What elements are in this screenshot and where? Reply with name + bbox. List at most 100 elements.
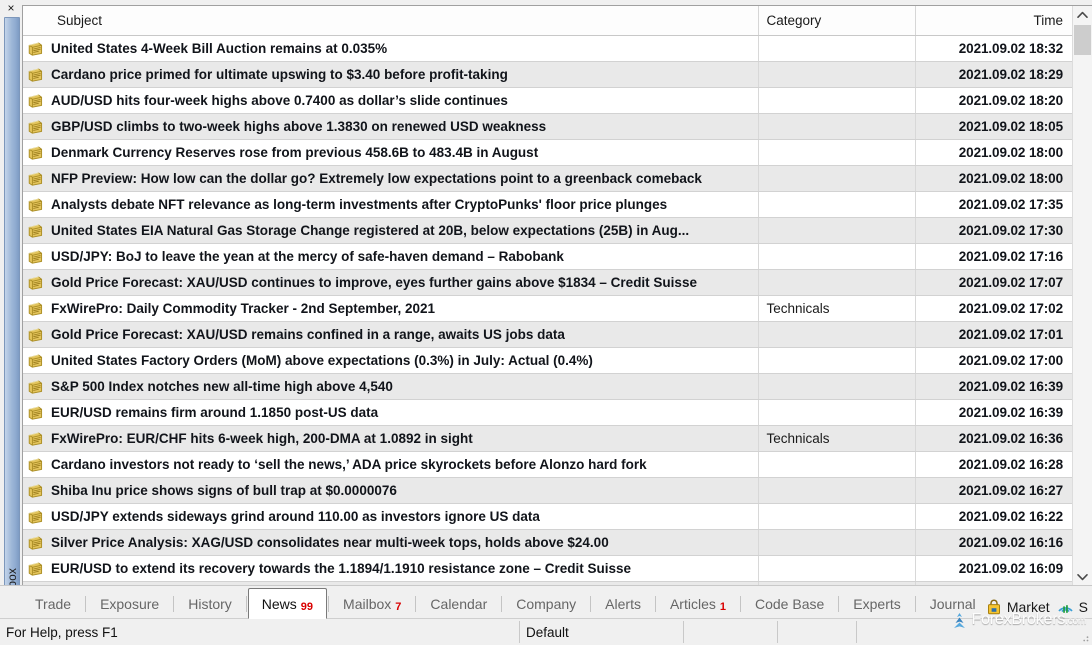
news-row[interactable]: Denmark Currency Reserves rose from prev… [23, 139, 1072, 165]
tab-mailbox[interactable]: Mailbox7 [330, 589, 414, 618]
news-row-icon-cell [23, 191, 49, 217]
news-item-icon [27, 482, 44, 498]
chevron-up-icon[interactable] [1073, 6, 1092, 24]
news-row[interactable]: Gold Price Forecast: XAU/USD continues t… [23, 269, 1072, 295]
news-item-icon [27, 196, 44, 212]
news-row-category [758, 269, 915, 295]
news-row-icon-cell [23, 269, 49, 295]
metatrader-toolbox-window: × Toolbox Subject Category Time Unit [0, 0, 1092, 645]
news-row-subject[interactable]: EUR/USD remains firm around 1.1850 post-… [49, 399, 758, 425]
news-row-category: Technicals [758, 425, 915, 451]
column-header-subject[interactable]: Subject [49, 6, 758, 35]
tab-code-base[interactable]: Code Base [742, 589, 837, 618]
news-row-subject[interactable]: GBP/USD climbs to two-week highs above 1… [49, 113, 758, 139]
tab-calendar[interactable]: Calendar [417, 589, 500, 618]
tab-alerts[interactable]: Alerts [592, 589, 654, 618]
news-row[interactable]: EUR/USD remains firm around 1.1850 post-… [23, 399, 1072, 425]
tab-separator [415, 596, 416, 612]
toolbox-right-tabs: Market S [986, 599, 1088, 615]
news-row-subject[interactable]: FxWirePro: EUR/CHF hits 6-week high, 200… [49, 425, 758, 451]
tab-trade[interactable]: Trade [22, 589, 84, 618]
news-row-subject[interactable]: USD/JPY: BoJ to leave the yean at the me… [49, 243, 758, 269]
news-row[interactable]: FxWirePro: EUR/CHF hits 6-week high, 200… [23, 425, 1072, 451]
shopping-bag-icon [986, 599, 1002, 615]
news-row[interactable]: United States Factory Orders (MoM) above… [23, 347, 1072, 373]
news-row-subject[interactable]: S&P 500 Index notches new all-time high … [49, 373, 758, 399]
chevron-down-icon[interactable] [1073, 568, 1092, 585]
toolbox-tabbar: TradeExposureHistoryNews99Mailbox7Calend… [0, 585, 1092, 618]
tab-news[interactable]: News99 [248, 588, 327, 619]
news-row-subject[interactable]: EUR/USD to extend its recovery towards t… [49, 555, 758, 581]
news-row-icon-cell [23, 503, 49, 529]
news-row[interactable]: NFP Preview: How low can the dollar go? … [23, 165, 1072, 191]
news-row[interactable]: AUD/USD hits four-week highs above 0.740… [23, 87, 1072, 113]
news-item-icon [27, 404, 44, 420]
news-row-subject[interactable]: Denmark Currency Reserves rose from prev… [49, 139, 758, 165]
tab-history[interactable]: History [175, 589, 245, 618]
tab-label: News [262, 596, 297, 612]
news-row[interactable]: Shiba Inu price shows signs of bull trap… [23, 477, 1072, 503]
news-row-subject[interactable]: Shiba Inu price shows signs of bull trap… [49, 477, 758, 503]
tab-journal[interactable]: Journal [917, 589, 989, 618]
news-row-subject[interactable]: Cardano price primed for ultimate upswin… [49, 61, 758, 87]
tab-separator [328, 596, 329, 612]
news-row-subject[interactable]: AUD/USD hits four-week highs above 0.740… [49, 87, 758, 113]
news-row-subject[interactable]: Silver Price Analysis: XAG/USD consolida… [49, 529, 758, 555]
news-row[interactable]: FxWirePro: Daily Commodity Tracker - 2nd… [23, 295, 1072, 321]
news-row-subject[interactable]: USD/JPY extends sideways grind around 11… [49, 503, 758, 529]
news-row[interactable]: United States 4-Week Bill Auction remain… [23, 35, 1072, 61]
news-row-subject[interactable]: Analysts debate NFT relevance as long-te… [49, 191, 758, 217]
tab-separator [501, 596, 502, 612]
news-row-icon-cell [23, 113, 49, 139]
column-header-icon[interactable] [23, 6, 49, 35]
news-row[interactable]: Cardano price primed for ultimate upswin… [23, 61, 1072, 87]
tab-experts[interactable]: Experts [840, 589, 913, 618]
news-row-subject[interactable]: United States Factory Orders (MoM) above… [49, 347, 758, 373]
tab-articles[interactable]: Articles1 [657, 589, 739, 618]
news-row-category [758, 503, 915, 529]
news-row-subject[interactable]: United States 4-Week Bill Auction remain… [49, 35, 758, 61]
tab-company[interactable]: Company [503, 589, 589, 618]
news-row-subject[interactable]: Cardano investors not ready to ‘sell the… [49, 451, 758, 477]
news-row-icon-cell [23, 347, 49, 373]
news-row-subject[interactable]: Gold Price Forecast: XAU/USD remains con… [49, 321, 758, 347]
news-row-icon-cell [23, 373, 49, 399]
news-row-category [758, 451, 915, 477]
news-row-subject[interactable]: Gold Price Forecast: XAU/USD continues t… [49, 269, 758, 295]
vertical-scrollbar[interactable] [1072, 6, 1092, 585]
close-icon[interactable]: × [0, 0, 22, 16]
tab-exposure[interactable]: Exposure [87, 589, 172, 618]
news-row[interactable]: Silver Price Analysis: XAG/USD consolida… [23, 529, 1072, 555]
tab-market[interactable]: Market [986, 599, 1050, 615]
news-row-icon-cell [23, 529, 49, 555]
column-header-category[interactable]: Category [758, 6, 915, 35]
news-row-subject[interactable]: FxWirePro: Daily Commodity Tracker - 2nd… [49, 295, 758, 321]
news-row-category [758, 191, 915, 217]
news-row-subject[interactable]: NFP Preview: How low can the dollar go? … [49, 165, 758, 191]
news-row-category [758, 87, 915, 113]
tab-separator [173, 596, 174, 612]
news-row[interactable]: Gold Price Forecast: XAU/USD remains con… [23, 321, 1072, 347]
news-item-icon [27, 40, 44, 56]
news-row-icon-cell [23, 321, 49, 347]
tab-signals[interactable]: S [1057, 599, 1088, 615]
news-row-category [758, 165, 915, 191]
news-row[interactable]: USD/JPY extends sideways grind around 11… [23, 503, 1072, 529]
toolbox-vertical-tab[interactable]: Toolbox [4, 17, 20, 615]
column-header-time[interactable]: Time [915, 6, 1072, 35]
news-row[interactable]: USD/JPY: BoJ to leave the yean at the me… [23, 243, 1072, 269]
news-row-category [758, 347, 915, 373]
news-row[interactable]: United States EIA Natural Gas Storage Ch… [23, 217, 1072, 243]
news-row[interactable]: S&P 500 Index notches new all-time high … [23, 373, 1072, 399]
news-row-time: 2021.09.02 18:05 [915, 113, 1072, 139]
news-row-time: 2021.09.02 16:22 [915, 503, 1072, 529]
news-row[interactable]: GBP/USD climbs to two-week highs above 1… [23, 113, 1072, 139]
news-row-subject[interactable]: United States EIA Natural Gas Storage Ch… [49, 217, 758, 243]
news-row-category [758, 399, 915, 425]
scrollbar-thumb[interactable] [1074, 25, 1091, 55]
status-profile[interactable]: Default [520, 619, 683, 645]
resize-grip-icon[interactable] [1078, 631, 1090, 643]
news-row[interactable]: Cardano investors not ready to ‘sell the… [23, 451, 1072, 477]
news-row[interactable]: Analysts debate NFT relevance as long-te… [23, 191, 1072, 217]
news-row[interactable]: EUR/USD to extend its recovery towards t… [23, 555, 1072, 581]
